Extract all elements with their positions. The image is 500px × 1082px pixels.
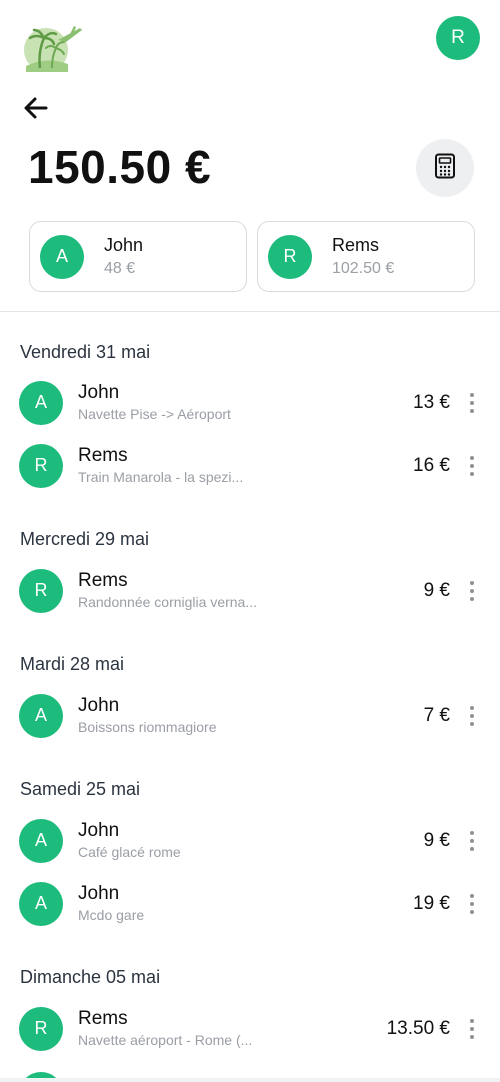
balance-name: John	[104, 234, 144, 255]
user-avatar[interactable]: R	[436, 16, 480, 60]
avatar: R	[19, 443, 63, 488]
balance-card-rems[interactable]: R Rems 102.50 €	[257, 221, 475, 292]
back-arrow-icon[interactable]	[22, 94, 50, 122]
date-header: Samedi 25 mai	[20, 779, 141, 799]
avatar: A	[19, 693, 63, 738]
expense-amount: 13.50 €	[386, 1017, 450, 1039]
total-amount: 150.50 €	[28, 141, 212, 193]
balance-card-john[interactable]: A John 48 €	[29, 221, 247, 292]
expense-row[interactable]: R Rems Train Manarola - la spezi... 16 €	[0, 434, 500, 497]
expense-amount: 7 €	[423, 704, 450, 726]
more-options-icon[interactable]	[466, 454, 478, 478]
avatar: A	[19, 881, 63, 926]
expense-amount: 16 €	[413, 454, 450, 476]
more-options-icon[interactable]	[466, 1017, 478, 1041]
more-options-icon[interactable]	[466, 391, 478, 415]
expense-row[interactable]: R Rems Randonnée corniglia verna... 9 €	[0, 559, 500, 622]
balance-amount: 48 €	[104, 259, 136, 277]
avatar: A	[19, 818, 63, 863]
more-options-icon[interactable]	[466, 704, 478, 728]
avatar: A	[19, 380, 63, 425]
date-header: Vendredi 31 mai	[20, 342, 151, 362]
more-options-icon[interactable]	[466, 579, 478, 603]
expense-row[interactable]: A John Navette Pise -> Aéroport 13 €	[0, 371, 500, 434]
avatar: R	[19, 568, 63, 613]
more-options-icon[interactable]	[466, 892, 478, 916]
expense-row[interactable]: A John Boissons riommagiore 7 €	[0, 684, 500, 747]
bottom-edge	[0, 1078, 500, 1082]
balance-cards: A John 48 € R Rems 102.50 €	[29, 221, 475, 292]
avatar: A	[40, 234, 84, 279]
expense-amount: 9 €	[423, 579, 450, 601]
avatar: R	[19, 1006, 63, 1051]
balance-amount: 102.50 €	[332, 259, 395, 277]
expense-amount: 13 €	[413, 391, 450, 413]
date-header: Mercredi 29 mai	[20, 529, 150, 549]
expense-amount: 19 €	[413, 892, 450, 914]
expense-list: Vendredi 31 mai A John Navette Pise -> A…	[0, 312, 500, 1060]
more-options-icon[interactable]	[466, 829, 478, 853]
expense-row[interactable]: A John Mcdo gare 19 €	[0, 872, 500, 935]
expense-amount: 9 €	[423, 829, 450, 851]
expense-row[interactable]: A John Café glacé rome 9 €	[0, 809, 500, 872]
date-header: Mardi 28 mai	[20, 654, 125, 674]
app-logo	[22, 22, 82, 74]
avatar: R	[268, 234, 312, 279]
calculator-button[interactable]	[416, 139, 474, 197]
expense-row[interactable]: R Rems Navette aéroport - Rome (... 13.5…	[0, 997, 500, 1060]
top-bar: R	[0, 0, 500, 80]
date-header: Dimanche 05 mai	[20, 967, 161, 987]
calculator-icon	[434, 153, 456, 184]
balance-name: Rems	[332, 234, 380, 255]
